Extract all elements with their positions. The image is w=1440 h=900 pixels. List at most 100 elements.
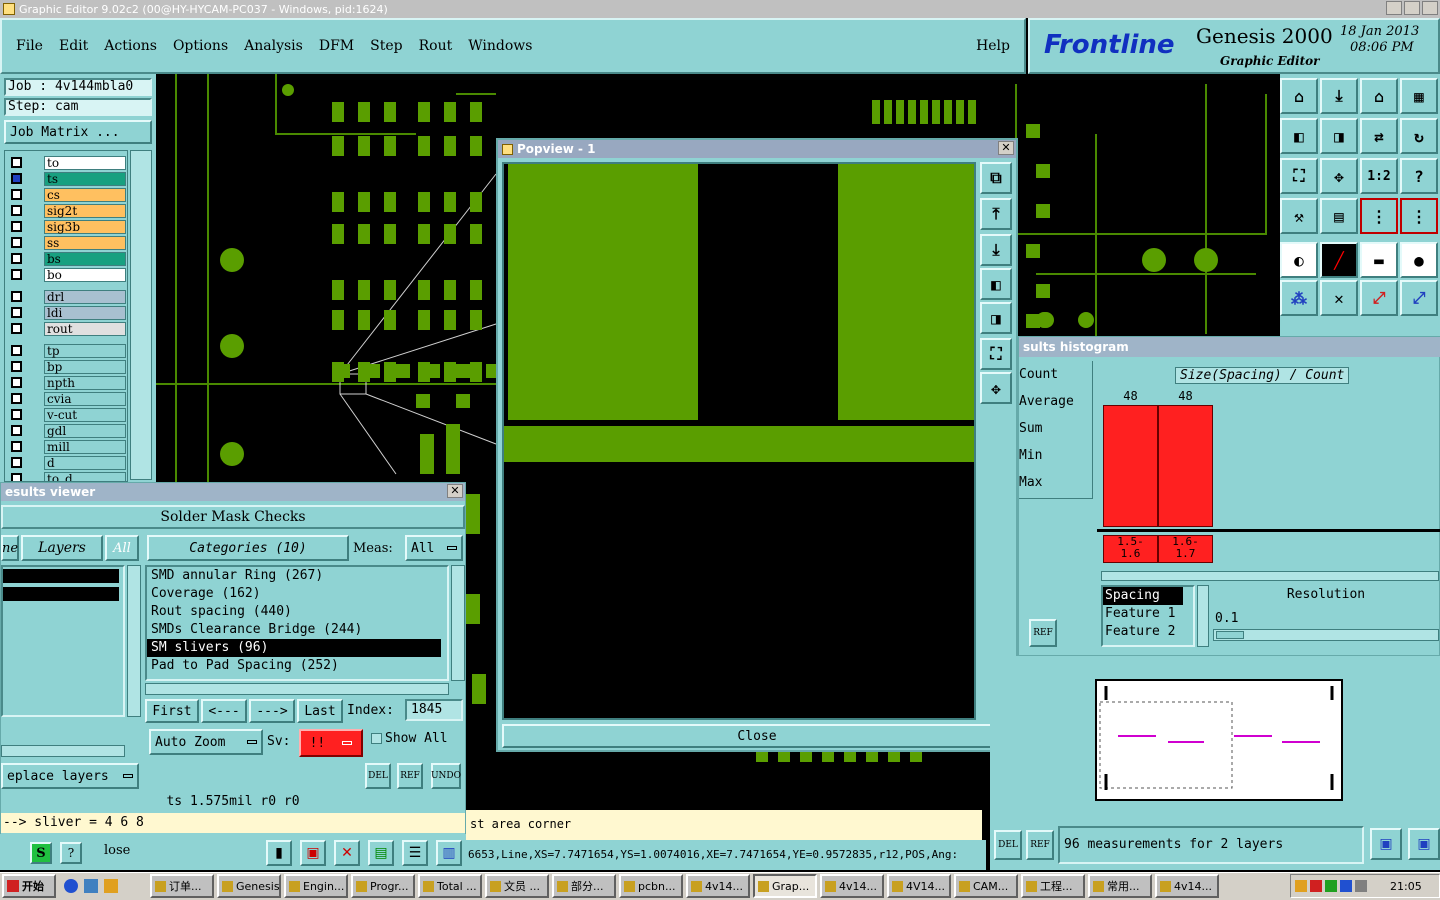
fit-icon[interactable]: ⛶ (1280, 158, 1318, 194)
category-item[interactable]: Pad to Pad Spacing (252) (147, 657, 447, 675)
layer-row-rout[interactable]: rout (11, 321, 126, 336)
ref-button[interactable]: REF (397, 763, 423, 789)
taskbar-item[interactable]: 4v14... (820, 874, 884, 898)
net-icon[interactable]: ⁂ (1280, 280, 1318, 316)
taskbar-item[interactable]: 4v14... (686, 874, 750, 898)
taskbar-item[interactable]: Progr... (351, 874, 415, 898)
undo-button[interactable]: UNDO (431, 763, 461, 789)
ie-icon[interactable] (64, 879, 78, 893)
layer-row-ts[interactable]: ts (11, 171, 126, 186)
tools-icon[interactable]: ⚒ (1280, 198, 1318, 234)
popview-center-icon[interactable]: ✥ (980, 372, 1012, 404)
layer-row-bo[interactable]: bo (11, 267, 126, 282)
question-icon[interactable]: ? (1400, 158, 1438, 194)
window-icon[interactable]: ▦ (1400, 78, 1438, 114)
last-button[interactable]: Last (297, 699, 343, 723)
menu-step[interactable]: Step (370, 38, 402, 54)
taskbar-item[interactable]: 部分... (552, 874, 616, 898)
popview-right-icon[interactable]: ◨ (980, 302, 1012, 334)
script-icon[interactable]: S (30, 842, 52, 864)
connect-icon[interactable]: ⤢ (1360, 280, 1398, 316)
layers-icon[interactable]: ⋮ (1360, 198, 1398, 234)
del-button[interactable]: DEL (365, 763, 391, 789)
taskbar-item[interactable]: 4V14... (887, 874, 951, 898)
categories-button[interactable]: Categories (10) (147, 535, 349, 561)
tray-icon-1[interactable] (1295, 880, 1307, 892)
histogram-bar[interactable] (1103, 405, 1158, 527)
connect-alt-icon[interactable]: ⤢ (1400, 280, 1438, 316)
menu-actions[interactable]: Actions (104, 38, 157, 54)
layer-row-bp[interactable]: bp (11, 359, 126, 374)
layer-row-drl[interactable]: drl (11, 289, 126, 304)
close-window-button[interactable] (1422, 1, 1438, 15)
popview-up-icon[interactable]: ⤒ (980, 198, 1012, 230)
layer-row-sig2t[interactable]: sig2t (11, 203, 126, 218)
start-button[interactable]: 开始 (2, 874, 56, 898)
layer-checkbox[interactable] (11, 291, 22, 302)
replace-layers-select[interactable]: eplace layers (1, 763, 139, 789)
taskbar-item[interactable]: pcbn... (619, 874, 683, 898)
redraw-icon[interactable]: ↻ (1400, 118, 1438, 154)
ne-button[interactable]: ne (1, 535, 19, 561)
layer-checkbox[interactable] (11, 237, 22, 248)
layer-row-cvia[interactable]: cvia (11, 391, 126, 406)
media-icon[interactable] (104, 879, 118, 893)
next-button[interactable]: ---> (249, 699, 295, 723)
menu-options[interactable]: Options (173, 38, 228, 54)
menu-windows[interactable]: Windows (468, 38, 532, 54)
layer-row-bs[interactable]: bs (11, 251, 126, 266)
menu-analysis[interactable]: Analysis (244, 38, 303, 54)
layers-list-row-2[interactable] (3, 587, 119, 601)
prev-button[interactable]: <--- (201, 699, 247, 723)
tray-icon-4[interactable] (1340, 880, 1352, 892)
layers-list[interactable] (1, 565, 125, 717)
tool-icon-2[interactable]: ▣ (300, 840, 326, 866)
taskbar-item[interactable]: 文员 ... (485, 874, 549, 898)
menu-help[interactable]: Help (976, 38, 1010, 54)
layer-checkbox[interactable] (11, 361, 22, 372)
spacing-option[interactable]: Spacing (1103, 587, 1183, 605)
layer-checkbox[interactable] (11, 345, 22, 356)
taskbar-item[interactable]: Engin... (284, 874, 348, 898)
layer-checkbox[interactable] (11, 173, 22, 184)
show-all-checkbox[interactable] (371, 733, 382, 744)
layer-checkbox[interactable] (11, 307, 22, 318)
tool-icon-4[interactable]: ▤ (368, 840, 394, 866)
layer-checkbox[interactable] (11, 323, 22, 334)
menu-rout[interactable]: Rout (419, 38, 453, 54)
help-icon[interactable]: ? (60, 842, 82, 864)
chart-hscrollbar[interactable] (1101, 571, 1439, 581)
layers-alt-icon[interactable]: ⋮ (1400, 198, 1438, 234)
histogram-del-button[interactable]: DEL (994, 830, 1022, 860)
dot-icon[interactable]: ● (1400, 242, 1438, 278)
popview-zoom-icon[interactable]: ⧉ (980, 162, 1012, 194)
categories-list-scrollbar[interactable] (451, 565, 465, 681)
layers-list-row-1[interactable] (3, 569, 119, 583)
category-item[interactable]: SM slivers (96) (147, 639, 441, 657)
taskbar-item[interactable]: 工程... (1021, 874, 1085, 898)
resolution-slider[interactable] (1213, 629, 1439, 641)
job-matrix-button[interactable]: Job Matrix ... (4, 120, 152, 144)
auto-zoom-select[interactable]: Auto Zoom (149, 729, 263, 755)
category-item[interactable]: Coverage (162) (147, 585, 447, 603)
report-alt-icon[interactable]: ▣ (1408, 828, 1440, 860)
taskbar-item[interactable]: Total ... (418, 874, 482, 898)
desktop-icon[interactable] (84, 879, 98, 893)
tool-icon-6[interactable]: ▥ (436, 840, 462, 866)
spacing-option[interactable]: Feature 2 (1103, 623, 1193, 641)
close-label[interactable]: lose (104, 843, 130, 858)
layer-checkbox[interactable] (11, 473, 22, 481)
taskbar-item[interactable]: Grap... (753, 874, 817, 898)
cross-icon[interactable]: ✕ (1320, 280, 1358, 316)
mirror-icon[interactable]: ⇄ (1360, 118, 1398, 154)
layer-checkbox[interactable] (11, 269, 22, 280)
layer-checkbox[interactable] (11, 441, 22, 452)
histogram-ref2-button[interactable]: REF (1026, 830, 1054, 860)
minimize-button[interactable] (1386, 1, 1402, 15)
taskbar-item[interactable]: 订单... (150, 874, 214, 898)
first-button[interactable]: First (145, 699, 199, 723)
options-scrollbar[interactable] (1197, 585, 1209, 647)
tool-icon-1[interactable]: ▮ (266, 840, 292, 866)
layer-checkbox[interactable] (11, 221, 22, 232)
select-icon[interactable]: ◐ (1280, 242, 1318, 278)
